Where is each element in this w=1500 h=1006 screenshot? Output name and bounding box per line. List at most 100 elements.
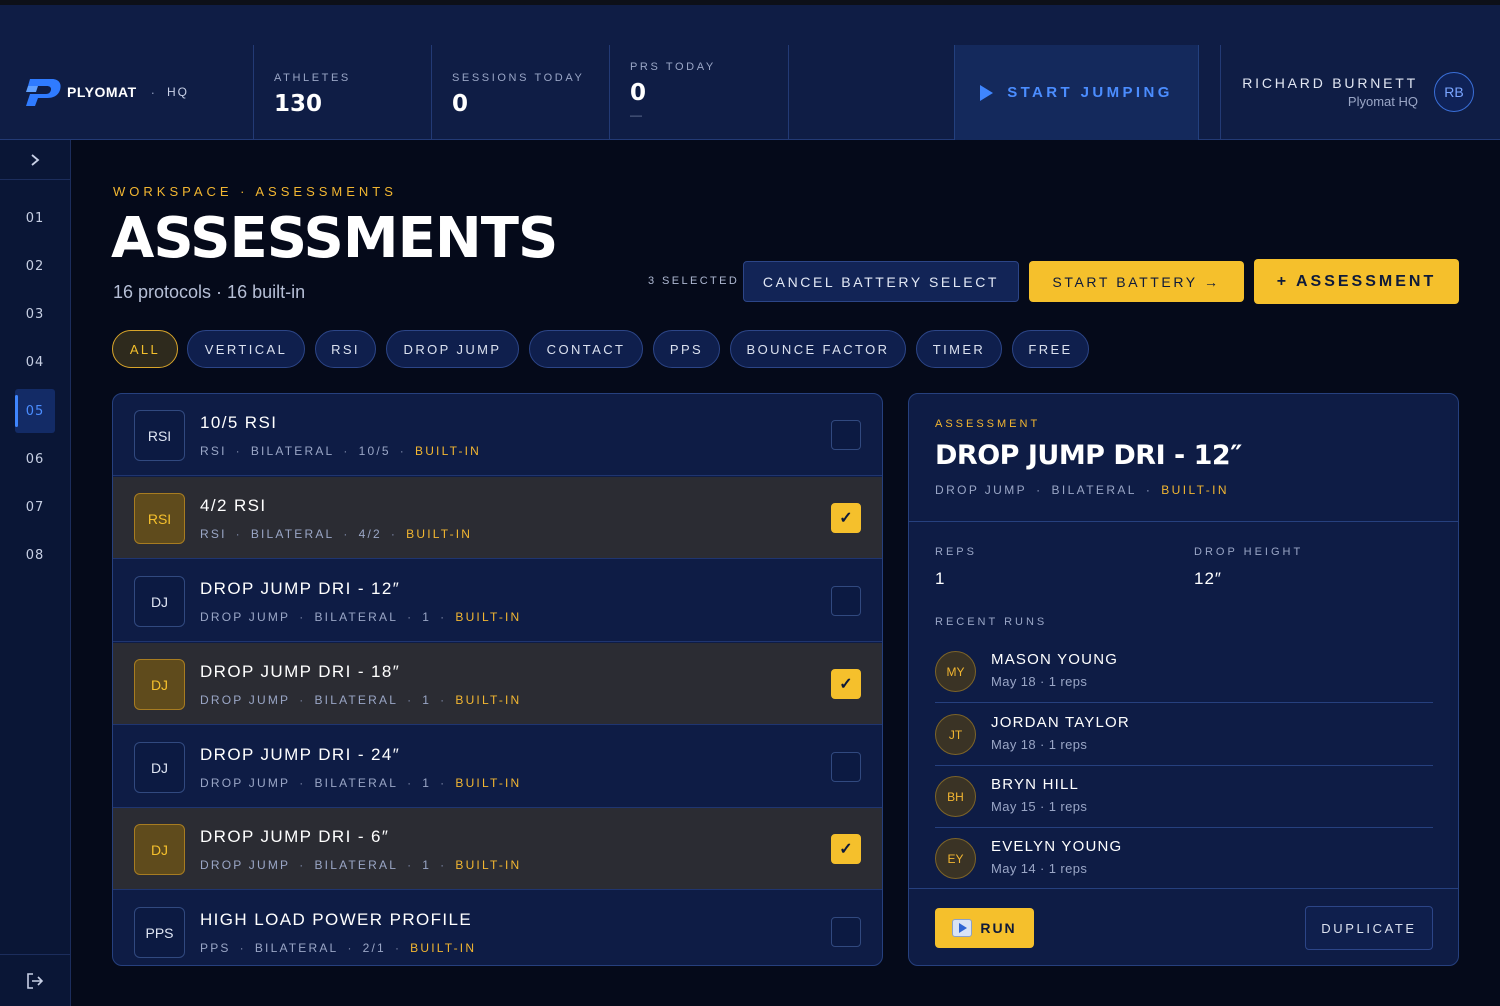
user-avatar[interactable]: RB — [1434, 72, 1474, 112]
recent-run-item[interactable]: MY MASON YOUNG May 18 · 1 reps — [935, 641, 1433, 703]
filter-chip-rsi[interactable]: RSI — [315, 330, 376, 368]
protocol-title: DROP JUMP DRI - 24″ — [200, 745, 401, 764]
user-name: RICHARD BURNETT — [1242, 75, 1418, 91]
protocol-row[interactable]: PPS HIGH LOAD POWER PROFILE PPS · BILATERA… — [113, 891, 882, 965]
protocol-checkbox[interactable] — [831, 752, 861, 782]
sidebar-item-01[interactable]: 01 — [15, 196, 55, 240]
protocol-checkbox[interactable] — [831, 420, 861, 450]
detail-type: DROP JUMP — [935, 483, 1028, 497]
breadcrumb: WORKSPACE · ASSESSMENTS — [113, 184, 397, 199]
reps-value: 1 — [935, 569, 946, 588]
protocol-reps: 10/5 — [358, 444, 391, 458]
protocol-row[interactable]: DJ DROP JUMP DRI - 24″ DROP JUMP · BILATER… — [113, 726, 882, 808]
filter-chip-all[interactable]: ALL — [112, 330, 178, 368]
filter-chip-drop-jump[interactable]: DROP JUMP — [386, 330, 519, 368]
sidebar-item-06[interactable]: 06 — [15, 437, 55, 481]
user-info[interactable]: RICHARD BURNETT Plyomat HQ — [1242, 75, 1418, 109]
protocol-checkbox[interactable] — [831, 917, 861, 947]
start-battery-button[interactable]: START BATTERY → — [1029, 261, 1244, 302]
play-icon — [952, 919, 973, 937]
duplicate-button[interactable]: DUPLICATE — [1305, 906, 1433, 950]
recent-run-item[interactable]: BH BRYN HILL May 15 · 1 reps — [935, 766, 1433, 828]
protocol-side: BILATERAL — [250, 444, 335, 458]
start-jumping-button[interactable]: START JUMPING — [954, 45, 1199, 140]
page-title: ASSESSMENTS — [111, 206, 558, 271]
assessment-detail-panel: ASSESSMENT DROP JUMP DRI - 12″ DROP JUMP… — [908, 393, 1459, 966]
protocol-reps: 1 — [422, 858, 432, 872]
protocol-checkbox[interactable]: ✓ — [831, 669, 861, 699]
stat-label: SESSIONS TODAY — [452, 72, 585, 84]
brand-name: PLYOMAT — [67, 84, 137, 100]
logout-button[interactable] — [0, 954, 70, 1006]
detail-side: BILATERAL — [1051, 483, 1137, 497]
protocol-badge: DJ — [134, 824, 185, 875]
protocol-row[interactable]: DJ DROP JUMP DRI - 18″ DROP JUMP · BILATER… — [113, 643, 882, 725]
play-icon — [980, 84, 994, 101]
protocol-meta: PPS · BILATERAL · 2/1 · BUILT-IN — [200, 941, 477, 955]
protocol-origin: BUILT-IN — [414, 444, 482, 458]
protocol-checkbox[interactable]: ✓ — [831, 834, 861, 864]
run-button[interactable]: RUN — [935, 908, 1034, 948]
protocol-meta: DROP JUMP · BILATERAL · 1 · BUILT-IN — [200, 610, 522, 624]
protocol-badge: DJ — [134, 576, 185, 627]
sidebar-item-03[interactable]: 03 — [15, 292, 55, 336]
protocol-checkbox[interactable] — [831, 586, 861, 616]
protocol-type: DROP JUMP — [200, 610, 291, 624]
stat-athletes: ATHLETES 130 — [274, 72, 351, 117]
sidebar-item-04[interactable]: 04 — [15, 340, 55, 384]
protocol-reps: 1 — [422, 693, 432, 707]
run-athlete-name: BRYN HILL — [991, 776, 1080, 793]
protocol-type: DROP JUMP — [200, 858, 291, 872]
protocol-origin: BUILT-IN — [406, 527, 473, 541]
header-divider — [1220, 45, 1221, 140]
protocol-row[interactable]: RSI 4/2 RSI RSI · BILATERAL · 4/2 · BUILT-IN ✓ — [113, 477, 882, 559]
run-athlete-name: JORDAN TAYLOR — [991, 714, 1130, 731]
add-assessment-button[interactable]: + ASSESSMENT — [1254, 259, 1459, 304]
sidebar: 01 02 03 04 05 06 07 08 — [0, 140, 71, 1006]
sidebar-item-07[interactable]: 07 — [15, 485, 55, 529]
filter-chip-contact[interactable]: CONTACT — [529, 330, 643, 368]
stat-value: 0 — [452, 91, 469, 117]
reps-label: REPS — [935, 546, 977, 558]
protocol-row[interactable]: RSI 10/5 RSI RSI · BILATERAL · 10/5 · BUILT-IN — [113, 394, 882, 476]
run-meta: May 18 · 1 reps — [991, 737, 1088, 752]
protocol-meta: RSI · BILATERAL · 4/2 · BUILT-IN — [200, 527, 473, 541]
protocol-origin: BUILT-IN — [455, 858, 522, 872]
run-athlete-name: EVELYN YOUNG — [991, 838, 1123, 855]
cancel-battery-select-button[interactable]: CANCEL BATTERY SELECT — [743, 261, 1019, 302]
protocol-origin: BUILT-IN — [410, 941, 477, 955]
plyomat-logo-icon — [26, 79, 61, 106]
filter-chip-timer[interactable]: TIMER — [916, 330, 1002, 368]
recent-run-item[interactable]: JT JORDAN TAYLOR May 18 · 1 reps — [935, 704, 1433, 766]
filter-chip-free[interactable]: FREE — [1012, 330, 1089, 368]
run-meta: May 14 · 1 reps — [991, 861, 1088, 876]
protocol-badge: PPS — [134, 907, 185, 958]
top-header: PLYOMAT · HQ ATHLETES 130 SESSIONS TODAY… — [0, 5, 1500, 140]
brand-suffix: HQ — [166, 85, 189, 99]
protocol-side: BILATERAL — [250, 527, 335, 541]
sidebar-item-02[interactable]: 02 — [15, 244, 55, 288]
sidebar-item-05[interactable]: 05 — [15, 389, 55, 433]
protocol-type: DROP JUMP — [200, 776, 291, 790]
protocol-type: PPS — [200, 941, 231, 955]
protocol-row[interactable]: DJ DROP JUMP DRI - 6″ DROP JUMP · BILATERA… — [113, 808, 882, 890]
selected-count: 3 SELECTED — [648, 275, 740, 287]
recent-run-item[interactable]: EY EVELYN YOUNG May 14 · 1 reps — [935, 828, 1433, 890]
brand[interactable]: PLYOMAT · HQ — [24, 77, 189, 107]
avatar: BH — [935, 776, 976, 817]
sidebar-item-08[interactable]: 08 — [15, 533, 55, 577]
filter-chip-vertical[interactable]: VERTICAL — [187, 330, 305, 368]
protocol-origin: BUILT-IN — [455, 776, 522, 790]
protocol-badge: DJ — [134, 742, 185, 793]
filter-chip-pps[interactable]: PPS — [653, 330, 720, 368]
drop-height-value: 12″ — [1194, 569, 1222, 588]
protocol-type: RSI — [200, 444, 227, 458]
sidebar-toggle-button[interactable] — [0, 140, 70, 180]
protocol-row[interactable]: DJ DROP JUMP DRI - 12″ DROP JUMP · BILATER… — [113, 560, 882, 642]
header-divider — [431, 45, 432, 140]
filter-chip-bounce-factor[interactable]: BOUNCE FACTOR — [730, 330, 906, 368]
protocol-type: DROP JUMP — [200, 693, 291, 707]
protocol-origin: BUILT-IN — [455, 610, 522, 624]
protocol-checkbox[interactable]: ✓ — [831, 503, 861, 533]
avatar: MY — [935, 651, 976, 692]
